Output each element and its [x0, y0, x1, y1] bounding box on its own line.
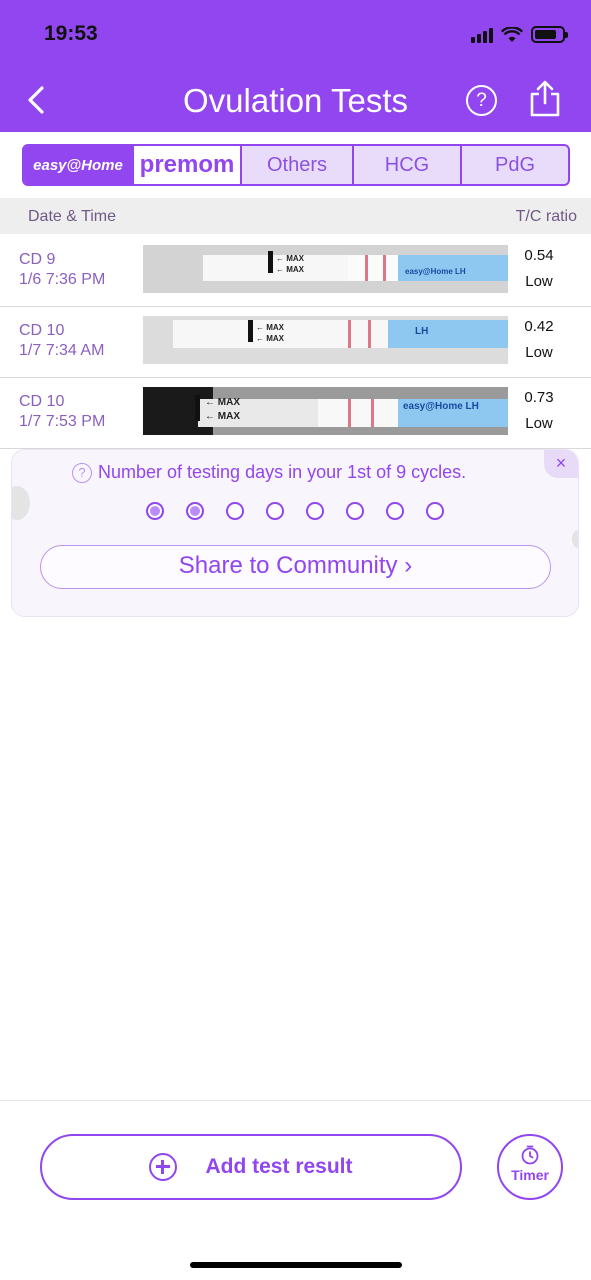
- help-button[interactable]: ?: [466, 85, 497, 116]
- cycle-day: CD 10: [19, 322, 65, 339]
- lh-level: Low: [525, 344, 553, 361]
- status-icons: [471, 26, 568, 43]
- test-row[interactable]: CD 10 1/7 7:34 AM ← MAX ← MAX LH 0.42 Lo…: [0, 306, 591, 378]
- test-row[interactable]: CD 10 1/7 7:53 PM ← MAX ← MAX easy@Home …: [0, 377, 591, 449]
- max-mark: MAX: [286, 254, 305, 263]
- page-title: Ovulation Tests: [182, 82, 408, 119]
- status-time: 19:53: [44, 22, 98, 45]
- test-row[interactable]: CD 9 1/6 7:36 PM ← MAX ← MAX easy@Home L…: [0, 235, 591, 307]
- timer-label: Timer: [511, 1167, 549, 1183]
- tab-others[interactable]: Others: [242, 146, 354, 184]
- test-strip-photo: ← MAX ← MAX easy@Home LH: [143, 387, 508, 435]
- tab-hcg[interactable]: HCG: [354, 146, 462, 184]
- cycle-info-text: Number of testing days in your 1st of 9 …: [98, 462, 467, 482]
- list-header: Date & Time T/C ratio: [0, 198, 591, 234]
- test-datetime: 1/7 7:53 PM: [19, 413, 106, 430]
- tc-ratio-value: 0.54: [524, 247, 554, 264]
- cycle-info: ? Number of testing days in your 1st of …: [72, 462, 466, 483]
- close-icon[interactable]: ×: [544, 450, 578, 478]
- plus-icon: [149, 1153, 178, 1181]
- wifi-icon: [501, 26, 523, 42]
- lh-level: Low: [525, 415, 553, 432]
- battery-icon: [531, 26, 568, 43]
- test-strip-photo: ← MAX ← MAX easy@Home LH: [143, 245, 508, 293]
- share-icon[interactable]: [527, 80, 563, 118]
- strip-brand-text: easy@Home LH: [403, 401, 479, 412]
- testing-day-dot: [226, 502, 244, 520]
- max-mark: MAX: [217, 397, 241, 408]
- testing-day-dot: [146, 502, 164, 520]
- add-test-result-label: Add test result: [205, 1155, 353, 1178]
- testing-day-dot: [266, 502, 284, 520]
- stopwatch-icon: [521, 1145, 539, 1165]
- lh-level: Low: [525, 273, 553, 290]
- date-time-column-header: Date & Time: [28, 208, 117, 225]
- decorative-circle: [572, 530, 578, 548]
- tc-ratio-value: 0.73: [524, 389, 554, 406]
- testing-day-dot: [346, 502, 364, 520]
- cycle-day: CD 10: [19, 393, 65, 410]
- max-mark: MAX: [266, 323, 285, 332]
- strip-brand-text: LH: [415, 326, 429, 337]
- decorative-circle: [12, 486, 30, 520]
- test-strip-photo: ← MAX ← MAX LH: [143, 316, 508, 364]
- home-indicator: [190, 1262, 402, 1268]
- testing-days-dots: [146, 502, 444, 520]
- header: 19:53 Ovulation Tests ?: [0, 0, 591, 132]
- brand-tabs: easy@Home premom Others HCG PdG: [22, 144, 570, 186]
- share-to-community-button[interactable]: Share to Community ›: [40, 545, 551, 589]
- add-test-result-button[interactable]: Add test result: [40, 1134, 462, 1200]
- timer-button[interactable]: Timer: [497, 1134, 563, 1200]
- question-icon[interactable]: ?: [72, 462, 92, 483]
- tab-premom[interactable]: premom: [134, 146, 242, 184]
- tc-ratio-value: 0.42: [524, 318, 554, 335]
- testing-day-dot: [426, 502, 444, 520]
- tab-pdg[interactable]: PdG: [462, 146, 568, 184]
- strip-brand-text: easy@Home LH: [405, 267, 466, 276]
- testing-day-dot: [186, 502, 204, 520]
- tc-ratio-column-header: T/C ratio: [515, 208, 577, 225]
- testing-day-dot: [386, 502, 404, 520]
- cycle-day: CD 9: [19, 251, 56, 268]
- test-datetime: 1/6 7:36 PM: [19, 271, 106, 288]
- test-datetime: 1/7 7:34 AM: [19, 342, 105, 359]
- signal-icon: [471, 27, 493, 43]
- cycle-info-card: × ? Number of testing days in your 1st o…: [11, 449, 579, 617]
- testing-day-dot: [306, 502, 324, 520]
- divider: [0, 1100, 591, 1101]
- tab-easy-at-home[interactable]: easy@Home: [24, 146, 134, 184]
